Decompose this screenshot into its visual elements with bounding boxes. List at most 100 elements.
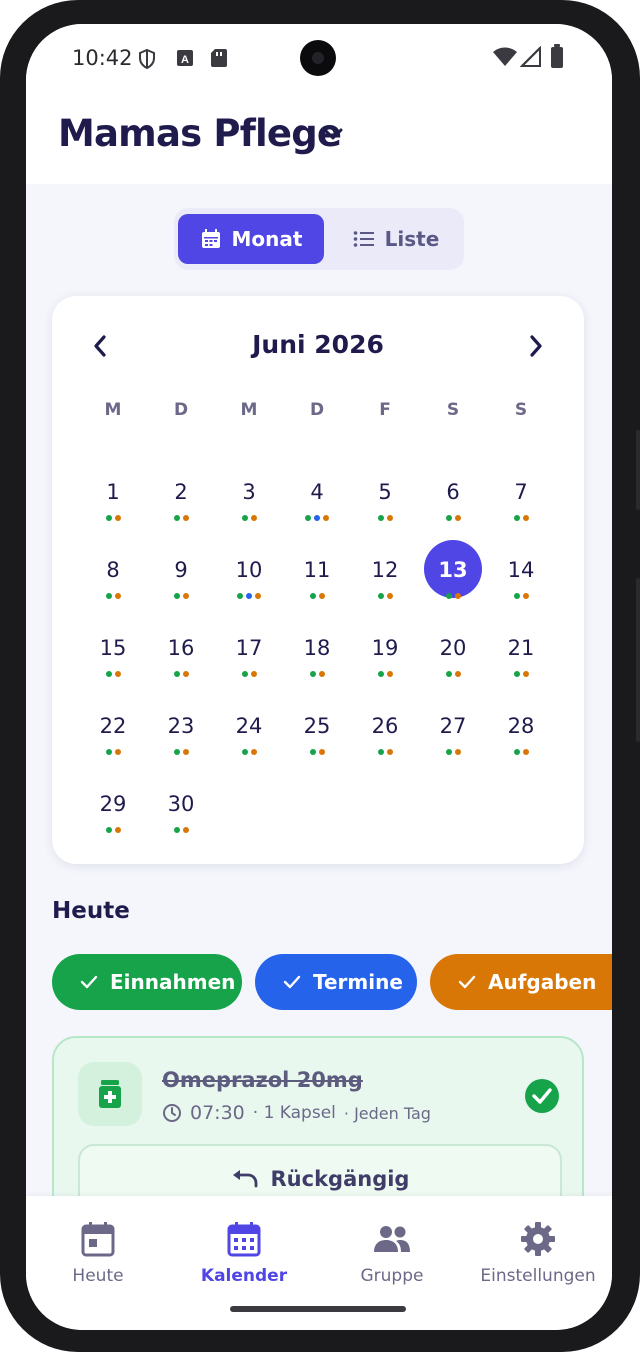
check-icon [458, 975, 476, 989]
screen: 10:42 A Mamas Pflege Monat Liste Juni 20… [26, 24, 612, 1330]
event-dots [286, 593, 348, 599]
calendar-day[interactable]: 4 [286, 474, 348, 546]
event-dot [445, 749, 452, 755]
event-dot [305, 515, 311, 521]
event-dot [182, 827, 189, 833]
calendar-day[interactable]: 24 [218, 708, 280, 780]
care-group-title[interactable]: Mamas Pflege [58, 112, 342, 155]
calendar-day[interactable]: 12 [354, 552, 416, 624]
event-dot [445, 671, 452, 677]
calendar-day[interactable]: 20 [422, 630, 484, 702]
event-dots [150, 671, 212, 677]
event-dot [386, 749, 393, 755]
event-dot [105, 593, 112, 599]
event-dot [445, 593, 452, 599]
calendar-day[interactable]: 28 [490, 708, 552, 780]
event-dots [490, 515, 552, 521]
nav-item-calendar[interactable]: Kalender [174, 1218, 314, 1286]
home-indicator [230, 1306, 406, 1312]
calendar-day[interactable]: 17 [218, 630, 280, 702]
calendar-day[interactable]: 6 [422, 474, 484, 546]
event-dots [286, 671, 348, 677]
event-dots [422, 515, 484, 521]
event-dot [241, 749, 248, 755]
filter-chip-appointments[interactable]: Termine [255, 954, 417, 1010]
event-dot [513, 671, 520, 677]
event-dot [513, 593, 520, 599]
calendar-day[interactable]: 29 [82, 786, 144, 858]
filter-chip-tasks[interactable]: Aufgaben [430, 954, 612, 1010]
day-number: 12 [371, 558, 399, 582]
calendar-day[interactable]: 16 [150, 630, 212, 702]
chevron-down-icon[interactable] [322, 126, 344, 142]
day-number: 22 [99, 714, 127, 738]
day-number: 7 [514, 480, 528, 504]
nav-item-group[interactable]: Gruppe [322, 1218, 462, 1286]
calendar-day[interactable]: 8 [82, 552, 144, 624]
event-dots [354, 671, 416, 677]
event-dot [182, 671, 189, 677]
calendar-day[interactable]: 13 [422, 540, 484, 624]
side-button [636, 430, 640, 510]
calendar-day[interactable]: 21 [490, 630, 552, 702]
calendar-day[interactable]: 3 [218, 474, 280, 546]
event-dot [173, 671, 180, 677]
calendar-day[interactable]: 23 [150, 708, 212, 780]
nav-label: Heute [72, 1266, 124, 1286]
check-icon [283, 975, 301, 989]
calendar-day[interactable]: 10 [218, 552, 280, 624]
event-dots [490, 593, 552, 599]
calendar-day[interactable]: 26 [354, 708, 416, 780]
day-number: 17 [235, 636, 263, 660]
filter-chip-intakes[interactable]: Einnahmen [52, 954, 242, 1010]
event-dot [309, 593, 316, 599]
event-dots [218, 515, 280, 521]
calendar-day[interactable]: 30 [150, 786, 212, 858]
battery-icon [551, 44, 563, 68]
day-number: 16 [167, 636, 195, 660]
calendar-day[interactable]: 9 [150, 552, 212, 624]
event-dots [354, 749, 416, 755]
calendar-day[interactable]: 22 [82, 708, 144, 780]
day-number: 1 [106, 480, 120, 504]
day-number: 13 [438, 558, 468, 582]
nav-item-settings[interactable]: Einstellungen [468, 1218, 608, 1286]
calendar-day[interactable]: 2 [150, 474, 212, 546]
weekday-label: M [240, 400, 258, 420]
nav-label: Gruppe [360, 1266, 424, 1286]
event-dots [150, 749, 212, 755]
calendar-day[interactable]: 19 [354, 630, 416, 702]
event-dots [422, 671, 484, 677]
calendar-day[interactable]: 25 [286, 708, 348, 780]
calendar-day[interactable]: 11 [286, 552, 348, 624]
event-dots [82, 827, 144, 833]
front-camera [300, 40, 336, 76]
day-number: 10 [235, 558, 263, 582]
check-circle-icon[interactable] [524, 1078, 560, 1114]
calendar-day[interactable]: 7 [490, 474, 552, 546]
calendar-day[interactable]: 27 [422, 708, 484, 780]
calendar-day[interactable]: 5 [354, 474, 416, 546]
status-time: 10:42 [72, 46, 133, 70]
month-view-label: Monat [231, 227, 303, 251]
event-dot [105, 671, 112, 677]
list-view-button[interactable]: Liste [334, 214, 458, 264]
calendar-day[interactable]: 15 [82, 630, 144, 702]
event-dots [150, 515, 212, 521]
check-icon [80, 975, 98, 989]
event-dot [386, 593, 393, 599]
next-month-button[interactable] [516, 326, 556, 366]
event-dot [386, 671, 393, 677]
event-dot [377, 593, 384, 599]
calendar-icon [201, 229, 220, 248]
calendar-day[interactable]: 14 [490, 552, 552, 624]
month-view-button[interactable]: Monat [178, 214, 324, 264]
medication-amount: · 1 Kapsel [252, 1103, 336, 1123]
event-dot [522, 749, 529, 755]
calendar-day[interactable]: 1 [82, 474, 144, 546]
event-dot [309, 749, 316, 755]
nav-item-today[interactable]: Heute [28, 1218, 168, 1286]
day-number: 30 [167, 792, 195, 816]
calendar-day[interactable]: 18 [286, 630, 348, 702]
event-dots [422, 593, 484, 599]
